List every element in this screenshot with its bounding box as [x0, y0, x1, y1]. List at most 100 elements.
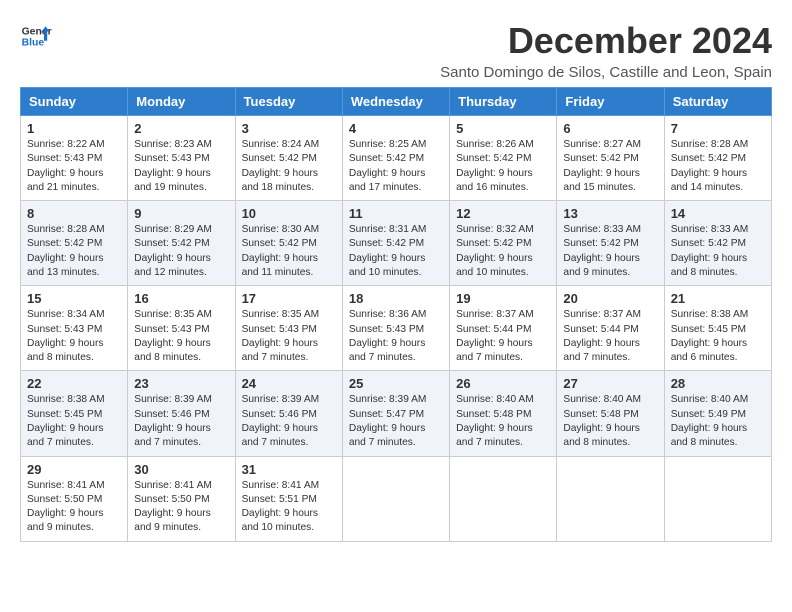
- day-number: 3: [242, 121, 336, 136]
- day-info: Sunrise: 8:27 AM Sunset: 5:42 PM Dayligh…: [563, 138, 657, 195]
- day-number: 8: [27, 206, 121, 221]
- day-number: 12: [456, 206, 550, 221]
- day-info: Sunrise: 8:33 AM Sunset: 5:42 PM Dayligh…: [563, 223, 657, 280]
- calendar-cell: 7Sunrise: 8:28 AM Sunset: 5:42 PM Daylig…: [664, 116, 771, 201]
- day-number: 31: [242, 462, 336, 477]
- svg-text:General: General: [22, 26, 52, 37]
- calendar-cell: 25Sunrise: 8:39 AM Sunset: 5:47 PM Dayli…: [342, 371, 449, 456]
- calendar-cell: [342, 456, 449, 541]
- day-info: Sunrise: 8:24 AM Sunset: 5:42 PM Dayligh…: [242, 138, 336, 195]
- calendar-cell: 29 Sunrise: 8:41 AM Sunset: 5:50 PM Dayli…: [21, 456, 128, 541]
- calendar-cell: 16 Sunrise: 8:35 AM Sunset: 5:43 PM Dayli…: [128, 286, 235, 371]
- calendar-cell: 24 Sunrise: 8:39 AM Sunset: 5:46 PM Dayli…: [235, 371, 342, 456]
- day-info: Sunrise: 8:36 AM Sunset: 5:43 PM Dayligh…: [349, 308, 443, 365]
- calendar-cell: [557, 456, 664, 541]
- calendar-cell: 18 Sunrise: 8:36 AM Sunset: 5:43 PM Dayli…: [342, 286, 449, 371]
- calendar-cell: 13 Sunrise: 8:33 AM Sunset: 5:42 PM Dayli…: [557, 201, 664, 286]
- day-info: Sunrise: 8:25 AM Sunset: 5:42 PM Dayligh…: [349, 138, 443, 195]
- calendar-body: 1Sunrise: 8:22 AM Sunset: 5:43 PM Daylig…: [21, 116, 772, 542]
- calendar-cell: 2 Sunrise: 8:23 AM Sunset: 5:43 PM Daylig…: [128, 116, 235, 201]
- calendar-cell: 6 Sunrise: 8:27 AM Sunset: 5:42 PM Daylig…: [557, 116, 664, 201]
- calendar-cell: [450, 456, 557, 541]
- day-number: 23: [134, 376, 228, 391]
- calendar-cell: 17 Sunrise: 8:35 AM Sunset: 5:43 PM Dayli…: [235, 286, 342, 371]
- day-info: Sunrise: 8:23 AM Sunset: 5:43 PM Dayligh…: [134, 138, 228, 195]
- day-info: Sunrise: 8:30 AM Sunset: 5:42 PM Dayligh…: [242, 223, 336, 280]
- day-info: Sunrise: 8:28 AM Sunset: 5:42 PM Dayligh…: [671, 138, 765, 195]
- day-number: 9: [134, 206, 228, 221]
- calendar-cell: 9Sunrise: 8:29 AM Sunset: 5:42 PM Daylig…: [128, 201, 235, 286]
- day-number: 20: [563, 291, 657, 306]
- month-title: December 2024: [440, 20, 772, 62]
- calendar-cell: 21 Sunrise: 8:38 AM Sunset: 5:45 PM Dayli…: [664, 286, 771, 371]
- calendar-cell: 10 Sunrise: 8:30 AM Sunset: 5:42 PM Dayli…: [235, 201, 342, 286]
- day-number: 22: [27, 376, 121, 391]
- day-number: 30: [134, 462, 228, 477]
- calendar-week-row: 15 Sunrise: 8:34 AM Sunset: 5:43 PM Dayli…: [21, 286, 772, 371]
- calendar-cell: 28Sunrise: 8:40 AM Sunset: 5:49 PM Dayli…: [664, 371, 771, 456]
- day-info: Sunrise: 8:40 AM Sunset: 5:48 PM Dayligh…: [563, 393, 657, 450]
- day-info: Sunrise: 8:40 AM Sunset: 5:49 PM Dayligh…: [671, 393, 765, 450]
- calendar-cell: 30 Sunrise: 8:41 AM Sunset: 5:50 PM Dayli…: [128, 456, 235, 541]
- day-info: Sunrise: 8:41 AM Sunset: 5:50 PM Dayligh…: [27, 479, 121, 536]
- calendar-cell: 26 Sunrise: 8:40 AM Sunset: 5:48 PM Dayli…: [450, 371, 557, 456]
- calendar-cell: 19Sunrise: 8:37 AM Sunset: 5:44 PM Dayli…: [450, 286, 557, 371]
- day-number: 24: [242, 376, 336, 391]
- day-info: Sunrise: 8:39 AM Sunset: 5:46 PM Dayligh…: [242, 393, 336, 450]
- calendar-cell: 20 Sunrise: 8:37 AM Sunset: 5:44 PM Dayli…: [557, 286, 664, 371]
- weekday-header-tuesday: Tuesday: [235, 88, 342, 116]
- day-info: Sunrise: 8:38 AM Sunset: 5:45 PM Dayligh…: [671, 308, 765, 365]
- calendar-cell: 5 Sunrise: 8:26 AM Sunset: 5:42 PM Daylig…: [450, 116, 557, 201]
- day-info: Sunrise: 8:28 AM Sunset: 5:42 PM Dayligh…: [27, 223, 121, 280]
- day-number: 6: [563, 121, 657, 136]
- day-number: 21: [671, 291, 765, 306]
- day-number: 16: [134, 291, 228, 306]
- day-number: 13: [563, 206, 657, 221]
- day-info: Sunrise: 8:39 AM Sunset: 5:47 PM Dayligh…: [349, 393, 443, 450]
- header: General Blue December 2024 Santo Domingo…: [20, 20, 772, 81]
- calendar-cell: 27Sunrise: 8:40 AM Sunset: 5:48 PM Dayli…: [557, 371, 664, 456]
- weekday-header-friday: Friday: [557, 88, 664, 116]
- calendar-cell: 3 Sunrise: 8:24 AM Sunset: 5:42 PM Daylig…: [235, 116, 342, 201]
- day-number: 11: [349, 206, 443, 221]
- day-info: Sunrise: 8:35 AM Sunset: 5:43 PM Dayligh…: [134, 308, 228, 365]
- logo: General Blue: [20, 20, 52, 52]
- day-info: Sunrise: 8:40 AM Sunset: 5:48 PM Dayligh…: [456, 393, 550, 450]
- day-number: 2: [134, 121, 228, 136]
- day-info: Sunrise: 8:37 AM Sunset: 5:44 PM Dayligh…: [563, 308, 657, 365]
- day-number: 15: [27, 291, 121, 306]
- calendar-cell: 1Sunrise: 8:22 AM Sunset: 5:43 PM Daylig…: [21, 116, 128, 201]
- weekday-header-thursday: Thursday: [450, 88, 557, 116]
- calendar-cell: 31Sunrise: 8:41 AM Sunset: 5:51 PM Dayli…: [235, 456, 342, 541]
- calendar-cell: 11 Sunrise: 8:31 AM Sunset: 5:42 PM Dayli…: [342, 201, 449, 286]
- day-number: 1: [27, 121, 121, 136]
- day-number: 19: [456, 291, 550, 306]
- day-info: Sunrise: 8:32 AM Sunset: 5:42 PM Dayligh…: [456, 223, 550, 280]
- calendar-table: SundayMondayTuesdayWednesdayThursdayFrid…: [20, 87, 772, 542]
- day-number: 14: [671, 206, 765, 221]
- day-number: 4: [349, 121, 443, 136]
- day-info: Sunrise: 8:34 AM Sunset: 5:43 PM Dayligh…: [27, 308, 121, 365]
- day-number: 26: [456, 376, 550, 391]
- calendar-week-row: 22 Sunrise: 8:38 AM Sunset: 5:45 PM Dayli…: [21, 371, 772, 456]
- calendar-cell: 12 Sunrise: 8:32 AM Sunset: 5:42 PM Dayli…: [450, 201, 557, 286]
- calendar-week-row: 1Sunrise: 8:22 AM Sunset: 5:43 PM Daylig…: [21, 116, 772, 201]
- day-number: 10: [242, 206, 336, 221]
- calendar-cell: 8 Sunrise: 8:28 AM Sunset: 5:42 PM Daylig…: [21, 201, 128, 286]
- day-info: Sunrise: 8:38 AM Sunset: 5:45 PM Dayligh…: [27, 393, 121, 450]
- day-info: Sunrise: 8:31 AM Sunset: 5:42 PM Dayligh…: [349, 223, 443, 280]
- weekday-header-saturday: Saturday: [664, 88, 771, 116]
- svg-text:Blue: Blue: [22, 38, 45, 49]
- weekday-header-wednesday: Wednesday: [342, 88, 449, 116]
- day-info: Sunrise: 8:33 AM Sunset: 5:42 PM Dayligh…: [671, 223, 765, 280]
- day-number: 5: [456, 121, 550, 136]
- weekday-header-monday: Monday: [128, 88, 235, 116]
- day-info: Sunrise: 8:26 AM Sunset: 5:42 PM Dayligh…: [456, 138, 550, 195]
- day-number: 18: [349, 291, 443, 306]
- day-number: 17: [242, 291, 336, 306]
- subtitle: Santo Domingo de Silos, Castille and Leo…: [440, 64, 772, 81]
- day-info: Sunrise: 8:41 AM Sunset: 5:50 PM Dayligh…: [134, 479, 228, 536]
- day-number: 29: [27, 462, 121, 477]
- calendar-week-row: 29 Sunrise: 8:41 AM Sunset: 5:50 PM Dayli…: [21, 456, 772, 541]
- day-info: Sunrise: 8:35 AM Sunset: 5:43 PM Dayligh…: [242, 308, 336, 365]
